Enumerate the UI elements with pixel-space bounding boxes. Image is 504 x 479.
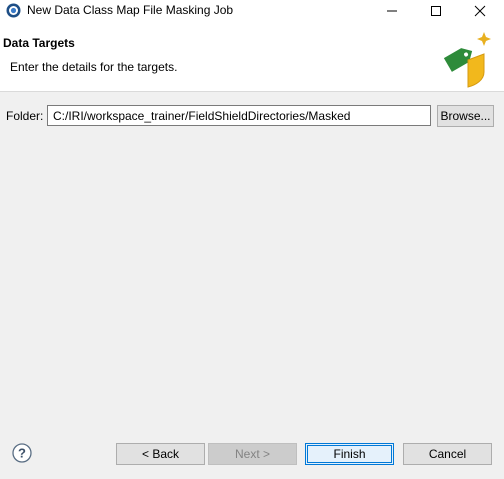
maximize-icon: [431, 6, 441, 16]
svg-text:?: ?: [18, 446, 26, 461]
page-description: Enter the details for the targets.: [10, 60, 178, 74]
page-title: Data Targets: [3, 36, 75, 50]
finish-button[interactable]: Finish: [305, 443, 394, 465]
cancel-button[interactable]: Cancel: [403, 443, 492, 465]
app-icon: [6, 3, 21, 18]
maximize-button[interactable]: [420, 0, 452, 22]
minimize-button[interactable]: [376, 0, 408, 22]
close-button[interactable]: [464, 0, 496, 22]
folder-label: Folder:: [6, 109, 44, 123]
folder-input[interactable]: [47, 105, 431, 126]
tag-shield-icon: [443, 32, 491, 88]
close-icon: [474, 5, 486, 17]
help-icon: ?: [12, 443, 32, 463]
header-banner: Data Targets Enter the details for the t…: [0, 22, 504, 92]
help-button[interactable]: ?: [12, 443, 32, 463]
window-title: New Data Class Map File Masking Job: [27, 3, 234, 17]
next-button[interactable]: Next >: [208, 443, 297, 465]
title-bar[interactable]: New Data Class Map File Masking Job: [0, 0, 504, 22]
browse-button[interactable]: Browse...: [437, 105, 494, 127]
minimize-icon: [387, 10, 397, 12]
back-button[interactable]: < Back: [116, 443, 205, 465]
dialog-window: New Data Class Map File Masking Job Data…: [0, 0, 504, 479]
